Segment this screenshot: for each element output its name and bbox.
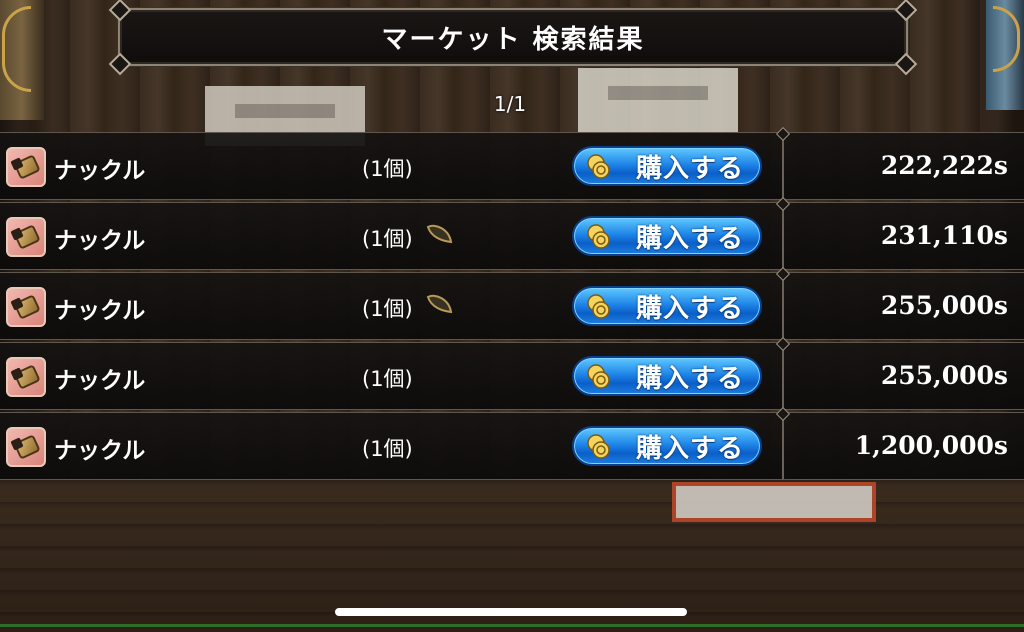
- listing-row[interactable]: ナックル (1個) 購入する 1,200,000s: [0, 412, 1024, 480]
- coin-icon: [587, 294, 610, 319]
- item-name: ナックル: [54, 228, 146, 254]
- item-quantity: (1個): [362, 437, 413, 461]
- ornament-right-icon: [993, 6, 1020, 72]
- page-title: マーケット 検索結果: [381, 24, 645, 55]
- item-quantity: (1個): [362, 367, 413, 391]
- listing-row[interactable]: ナックル (1個) 購入する 222,222s: [0, 132, 1024, 200]
- seed-icon: [426, 294, 453, 314]
- knuckle-item-icon: [6, 427, 46, 467]
- page-indicator: 1/1: [493, 92, 527, 116]
- right-pillar: [986, 0, 1024, 110]
- row-divider: [782, 413, 784, 479]
- listing-row[interactable]: ナックル (1個) 購入する 255,000s: [0, 272, 1024, 340]
- buy-button[interactable]: 購入する: [572, 216, 762, 256]
- item-quantity: (1個): [362, 297, 413, 321]
- home-indicator[interactable]: [335, 608, 687, 616]
- item-name: ナックル: [54, 158, 146, 184]
- item-price: 255,000s: [880, 361, 1008, 390]
- knuckle-item-icon: [6, 217, 46, 257]
- row-divider: [782, 273, 784, 339]
- listing-row[interactable]: ナックル (1個) 購入する 255,000s: [0, 342, 1024, 410]
- title-bar: マーケット 検索結果: [108, 0, 918, 76]
- seed-icon: [426, 224, 453, 244]
- item-name: ナックル: [54, 438, 146, 464]
- item-name: ナックル: [54, 368, 146, 394]
- knuckle-item-icon: [6, 147, 46, 187]
- item-quantity: (1個): [362, 227, 413, 251]
- item-price: 222,222s: [880, 151, 1008, 180]
- buy-button-label: 購入する: [635, 363, 744, 394]
- ornament-left-icon: [2, 6, 31, 92]
- buy-button[interactable]: 購入する: [572, 356, 762, 396]
- market-listing-list: ナックル (1個) 購入する 222,222s ナックル (1個) 購入する 2…: [0, 132, 1024, 482]
- left-pillar: [0, 0, 44, 120]
- item-price: 1,200,000s: [854, 431, 1008, 460]
- coin-icon: [587, 434, 610, 459]
- knuckle-item-icon: [6, 357, 46, 397]
- wall-poster: [578, 68, 738, 132]
- bottom-stripe: [0, 624, 1024, 627]
- coin-icon: [587, 224, 610, 249]
- listing-row[interactable]: ナックル (1個) 購入する 231,110s: [0, 202, 1024, 270]
- buy-button-label: 購入する: [635, 293, 744, 324]
- knuckle-item-icon: [6, 287, 46, 327]
- floor-sign: [672, 482, 876, 522]
- buy-button[interactable]: 購入する: [572, 146, 762, 186]
- row-divider: [782, 343, 784, 409]
- item-name: ナックル: [54, 298, 146, 324]
- buy-button-label: 購入する: [635, 223, 744, 254]
- item-quantity: (1個): [362, 157, 413, 181]
- buy-button[interactable]: 購入する: [572, 426, 762, 466]
- coin-icon: [587, 364, 610, 389]
- row-divider: [782, 133, 784, 199]
- buy-button[interactable]: 購入する: [572, 286, 762, 326]
- row-divider: [782, 203, 784, 269]
- buy-button-label: 購入する: [635, 153, 744, 184]
- item-price: 255,000s: [880, 291, 1008, 320]
- item-price: 231,110s: [880, 221, 1008, 250]
- coin-icon: [587, 154, 610, 179]
- buy-button-label: 購入する: [635, 433, 744, 464]
